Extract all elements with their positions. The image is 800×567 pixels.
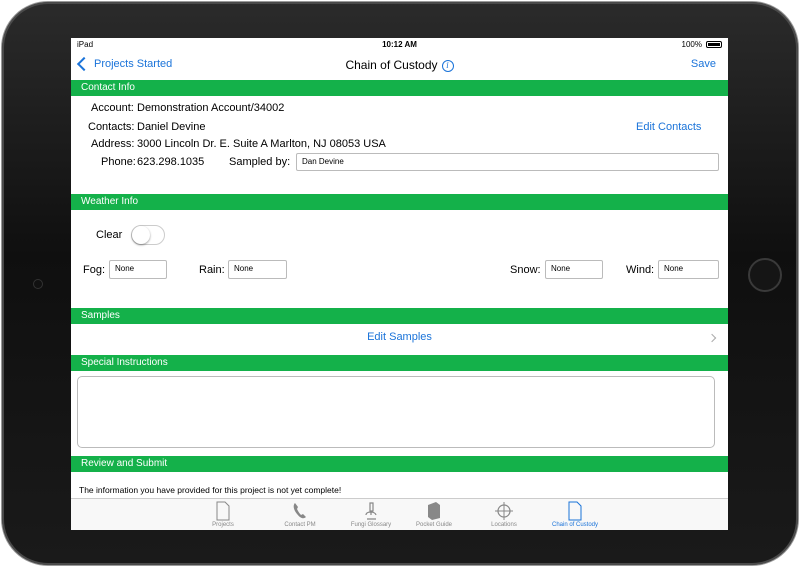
rain-label: Rain:	[199, 264, 225, 276]
tab-fungi-glossary[interactable]: Fungi Glossary	[336, 499, 406, 530]
save-button[interactable]: Save	[691, 58, 716, 70]
tab-label: Pocket Guide	[415, 522, 453, 528]
page-title: Chain of Custody i	[71, 58, 728, 72]
tab-projects[interactable]: Projects	[188, 499, 258, 530]
battery-icon	[706, 41, 722, 48]
battery-percent: 100%	[681, 40, 702, 49]
phone-icon	[293, 503, 306, 519]
tab-label: Projects	[212, 522, 234, 528]
camera	[33, 279, 43, 289]
status-bar: iPad 10:12 AM 100%	[71, 38, 728, 52]
section-samples: Samples	[71, 308, 728, 324]
microscope-icon	[365, 502, 377, 520]
tab-pocket-guide[interactable]: Pocket Guide	[399, 499, 469, 530]
info-icon[interactable]: i	[441, 60, 454, 72]
tab-chain-of-custody[interactable]: Chain of Custody	[540, 499, 610, 530]
wind-input[interactable]: None	[658, 260, 719, 279]
tab-label: Contact PM	[284, 522, 316, 528]
fog-input[interactable]: None	[109, 260, 167, 279]
clear-label: Clear	[96, 229, 123, 241]
account-label: Account:	[91, 102, 134, 114]
special-instructions-textarea[interactable]	[77, 376, 715, 448]
tab-label: Fungi Glossary	[350, 522, 392, 528]
section-weather-info: Weather Info	[71, 194, 728, 210]
tab-label: Chain of Custody	[551, 522, 599, 528]
sampled-by-label: Sampled by:	[229, 156, 291, 168]
incomplete-notice: The information you have provided for th…	[79, 485, 342, 495]
section-review-submit: Review and Submit	[71, 456, 728, 472]
tab-bar: Projects Contact PM Fungi Glossary Pocke…	[71, 498, 728, 530]
home-button[interactable]	[748, 258, 782, 292]
section-contact-info: Contact Info	[71, 80, 728, 96]
phone-label: Phone:	[101, 156, 136, 168]
document-icon	[568, 501, 582, 521]
screen: iPad 10:12 AM 100% Projects Started Chai…	[71, 38, 728, 530]
contacts-value: Daniel Devine	[137, 121, 206, 133]
tab-locations[interactable]: Locations	[469, 499, 539, 530]
rain-input[interactable]: None	[228, 260, 287, 279]
tab-contact-pm[interactable]: Contact PM	[265, 499, 335, 530]
address-value: 3000 Lincoln Dr. E. Suite A Marlton, NJ …	[137, 138, 386, 150]
snow-label: Snow:	[510, 264, 541, 276]
fog-label: Fog:	[83, 264, 106, 276]
crosshair-icon	[495, 502, 513, 520]
navigation-bar: Projects Started Chain of Custody i Save	[71, 52, 728, 80]
book-icon	[428, 502, 440, 520]
clear-toggle[interactable]	[131, 225, 165, 245]
section-special-instructions: Special Instructions	[71, 355, 728, 371]
status-time: 10:12 AM	[382, 40, 417, 49]
snow-input[interactable]: None	[545, 260, 603, 279]
ipad-device: iPad 10:12 AM 100% Projects Started Chai…	[0, 0, 800, 567]
document-icon	[216, 501, 230, 521]
address-label: Address:	[91, 138, 135, 150]
edit-contacts-link[interactable]: Edit Contacts	[636, 121, 701, 133]
contacts-label: Contacts:	[88, 121, 135, 133]
page-title-text: Chain of Custody	[345, 58, 438, 72]
account-value: Demonstration Account/34002	[137, 102, 285, 114]
wind-label: Wind:	[626, 264, 655, 276]
edit-samples-link[interactable]: Edit Samples	[71, 331, 728, 343]
phone-value: 623.298.1035	[137, 156, 205, 168]
tab-label: Locations	[491, 522, 517, 528]
sampled-by-input[interactable]: Dan Devine	[296, 153, 719, 171]
